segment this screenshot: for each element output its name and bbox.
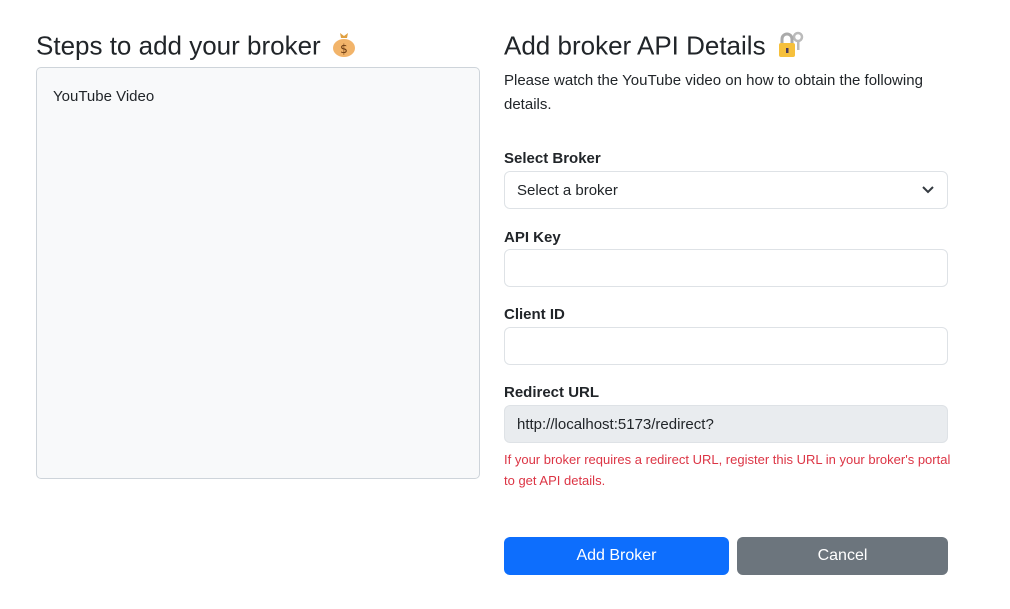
broker-select-value: Select a broker (517, 181, 618, 199)
svg-text:$: $ (340, 42, 348, 56)
steps-title-text: Steps to add your broker (36, 30, 321, 61)
redirect-url-label: Redirect URL (504, 384, 600, 401)
chevron-down-icon (921, 182, 935, 199)
video-panel: YouTube Video (36, 67, 480, 479)
api-key-input[interactable] (504, 249, 948, 287)
lock-with-key-icon (776, 30, 804, 65)
intro-text: Please watch the YouTube video on how to… (504, 72, 923, 113)
api-details-title-text: Add broker API Details (504, 30, 766, 61)
cancel-button[interactable]: Cancel (737, 537, 948, 575)
redirect-url-value: http://localhost:5173/redirect? (517, 415, 714, 433)
api-key-label: API Key (504, 229, 561, 246)
select-broker-label: Select Broker (504, 150, 601, 167)
client-id-label: Client ID (504, 306, 565, 323)
add-broker-button[interactable]: Add Broker (504, 537, 729, 575)
api-details-title: Add broker API Details (504, 30, 804, 65)
redirect-help-text: If your broker requires a redirect URL, … (504, 452, 951, 488)
redirect-url-input[interactable]: http://localhost:5173/redirect? (504, 405, 948, 443)
money-bag-icon: $ (331, 30, 357, 65)
video-placeholder: YouTube Video (53, 88, 155, 105)
steps-title: Steps to add your broker $ (36, 30, 357, 65)
client-id-input[interactable] (504, 327, 948, 365)
broker-select[interactable]: Select a broker (504, 171, 948, 209)
